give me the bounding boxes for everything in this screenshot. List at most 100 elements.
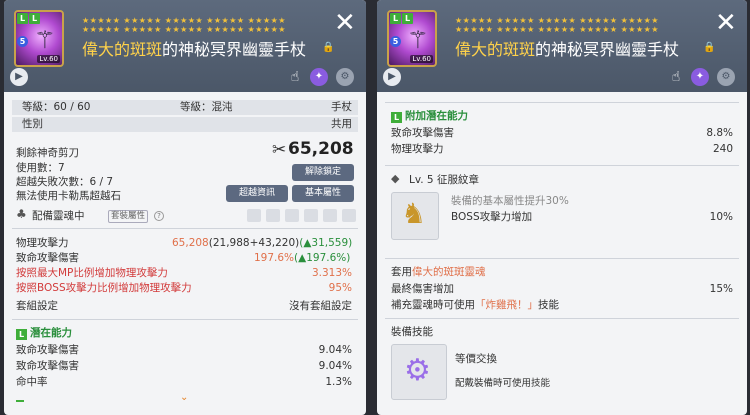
scissors-label: 剩餘神奇剪刀 [16,147,79,159]
close-icon[interactable]: ✕ [334,10,356,36]
potential-value: 1.3% [325,376,352,388]
potential-value: 9.04% [318,360,352,372]
emblem-title: Lv. 5 征服紋章 [409,174,479,186]
level-text: 等級：60 / 60 [22,101,91,113]
legendary-badge: L [402,13,413,24]
transcend-fail: 超越失敗次數：6 / 7 [16,176,114,188]
item-icon: L L 5 ⚚ Lv.60 [387,10,437,67]
scissors-icon: ✂ [272,140,287,160]
lock-icon: 🔒 [703,42,716,53]
additional-value: 8.8% [706,127,733,139]
soul-icon: ♣ [16,207,27,221]
slot-icon[interactable] [304,209,318,222]
item-name: 偉大的斑斑的神秘冥界幽靈手杖 [82,40,307,59]
soul-value: 15% [709,283,733,295]
emblem-frame: ♞ [391,192,439,240]
stone-note: 無法使用卡勒馬超越石 [16,190,121,202]
soul-label: 配備靈魂中 [32,210,85,222]
legendary-badge: L [390,13,401,24]
emblem-desc: 裝備的基本屬性提升30% [451,195,569,207]
divider [385,102,739,103]
slot-icon[interactable] [266,209,280,222]
equip-skill-desc: 配戴裝備時可使用技能 [455,378,551,389]
scissors-count: 65,208 [288,139,354,159]
emblem-icon: ♞ [401,197,427,230]
emblem-stat: BOSS攻擊力增加 [451,211,533,223]
soul-skill-note: 補充靈魂時可使用「炸雞飛！」技能 [391,299,559,311]
bonus-stat-value: 3.313% [311,267,352,279]
legendary-badge: L [16,329,27,340]
additional-potential-title: L 附加潛在能力 [391,110,468,123]
purple-badge-icon[interactable]: ✦ [310,68,328,86]
potential-title: L 潛在能力 [16,327,72,340]
slot-icon[interactable] [323,209,337,222]
item-level: Lv.60 [37,55,60,63]
star-force-stars: ★★★★★ ★★★★★ ★★★★★ ★★★★★ ★★★★★ ★★★★★ ★★★★… [82,16,286,34]
hand-icon[interactable]: ☝ [286,68,304,86]
hand-icon[interactable]: ☝ [667,68,685,86]
star-force-badge: 5 [390,36,401,47]
soul-title: 套用偉大的斑斑靈魂 [391,266,486,278]
additional-label: 物理攻擊力 [391,143,444,155]
play-icon[interactable]: ▶ [383,68,401,86]
skill-frame: ⚙ [391,344,447,400]
purple-badge-icon[interactable]: ✦ [691,68,709,86]
divider [12,228,358,229]
settings-icon[interactable]: ⚙ [336,68,354,86]
help-icon[interactable]: ? [154,211,164,221]
bonus-stat-label: 按照最大MP比例增加物理攻擊力 [16,267,168,279]
slot-icon[interactable] [285,209,299,222]
play-icon[interactable]: ▶ [10,68,28,86]
tooltip-header: L L 5 ⚚ Lv.60 ★★★★★ ★★★★★ ★★★★★ ★★★★★ ★★… [377,0,747,92]
item-level: Lv.60 [410,55,433,63]
wand-icon: ⚚ [34,26,56,54]
divider [385,318,739,319]
lock-icon: 🔒 [322,42,335,53]
set-value: 沒有套組設定 [289,300,352,312]
item-icon: L L 5 ⚚ Lv.60 [14,10,64,67]
item-name: 偉大的斑斑的神秘冥界幽靈手杖 [455,40,680,59]
potential-label: 命中率 [16,376,48,388]
emblem-value: 10% [709,211,733,223]
equip-skill-name: 等價交換 [455,353,497,365]
legendary-badge: L [17,13,28,24]
potential-label: 致命攻擊傷害 [16,360,79,372]
divider [12,319,358,320]
item-tooltip-left: L L 5 ⚚ Lv.60 ★★★★★ ★★★★★ ★★★★★ ★★★★★ ★★… [4,0,366,415]
divider [385,165,739,166]
close-icon[interactable]: ✕ [715,10,737,36]
set-label: 套組設定 [16,300,58,312]
legendary-badge: L [29,13,40,24]
legendary-badge: L [391,112,402,123]
slot-icon[interactable] [247,209,261,222]
weapon-type: 手杖 [331,101,352,113]
star-force-stars: ★★★★★ ★★★★★ ★★★★★ ★★★★★ ★★★★★ ★★★★★ ★★★★… [455,16,659,34]
gender-label: 性別 [22,118,43,130]
gender-value: 共用 [331,118,352,130]
base-attr-button[interactable]: 基本屬性 [292,185,354,202]
additional-value: 240 [712,143,733,155]
stat-value: 65,208(21,988+43,220)(▲31,559) [172,237,353,249]
scroll-down-icon[interactable]: ⌄ [180,392,188,403]
slot-icon[interactable] [342,209,356,222]
transcend-info-button[interactable]: 超越資訊 [226,185,288,202]
wand-icon: ⚚ [407,26,429,54]
settings-icon[interactable]: ⚙ [717,68,735,86]
usage-count: 使用數：7 [16,162,65,174]
set-attr-tag[interactable]: 套裝屬性 [108,210,149,223]
soul-stat: 最終傷害增加 [391,283,454,295]
unlock-button[interactable]: 解除鎖定 [292,164,354,181]
divider [385,258,739,259]
potential-value: 9.04% [318,344,352,356]
stat-label: 致命攻擊傷害 [16,252,79,264]
additional-label: 致命攻擊傷害 [391,127,454,139]
equip-skill-title: 裝備技能 [391,326,433,338]
gender-band [12,117,358,132]
scroll-marker [16,400,24,402]
potential-label: 致命攻擊傷害 [16,344,79,356]
grade-text: 等級：混沌 [180,101,233,113]
tooltip-header: L L 5 ⚚ Lv.60 ★★★★★ ★★★★★ ★★★★★ ★★★★★ ★★… [4,0,366,92]
star-force-badge: 5 [17,36,28,47]
stat-label: 物理攻擊力 [16,237,69,249]
item-tooltip-right: L L 5 ⚚ Lv.60 ★★★★★ ★★★★★ ★★★★★ ★★★★★ ★★… [377,0,747,415]
